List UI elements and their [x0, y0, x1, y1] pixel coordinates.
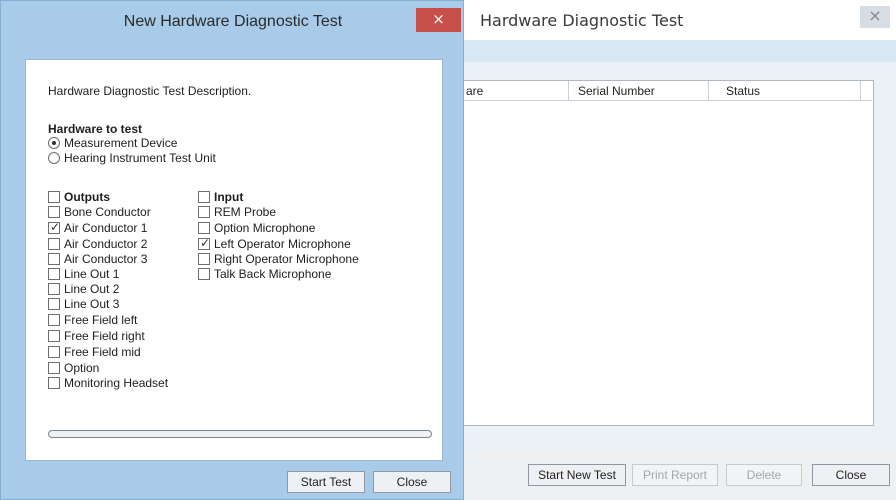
checkbox[interactable]	[48, 191, 60, 203]
checkbox[interactable]: ✓	[48, 220, 61, 234]
test-description: Hardware Diagnostic Test Description.	[48, 84, 252, 98]
radio-button[interactable]	[48, 152, 60, 164]
radio-selected-dot	[52, 141, 56, 145]
column-divider[interactable]	[568, 81, 569, 101]
checkbox-label: Line Out 2	[64, 282, 120, 296]
checkmark-icon: ✓	[50, 220, 61, 234]
window-footer: Start New Test Print Report Delete Close	[460, 450, 896, 500]
checkbox[interactable]	[198, 222, 210, 234]
window-title: Hardware Diagnostic Test	[480, 11, 684, 30]
dialog-content: Hardware Diagnostic Test Description. Ha…	[25, 59, 443, 461]
checkbox[interactable]	[48, 206, 60, 218]
checkbox[interactable]	[48, 298, 60, 310]
radio-button[interactable]	[48, 137, 60, 149]
window-close-button-footer[interactable]: Close	[812, 464, 890, 486]
column-header-serial-number[interactable]: Serial Number	[578, 84, 655, 98]
table-header: are Serial Number Status	[460, 81, 872, 101]
checkbox-label: Monitoring Headset	[64, 376, 169, 390]
checkbox[interactable]	[198, 253, 210, 265]
checkbox-label: Free Field left	[64, 313, 138, 327]
checkbox-label: Air Conductor 2	[64, 237, 148, 251]
checkbox[interactable]	[198, 191, 210, 203]
print-report-button[interactable]: Print Report	[632, 464, 718, 486]
checkbox-label: Input	[214, 190, 244, 204]
checkbox[interactable]	[48, 362, 60, 374]
radio-label: Measurement Device	[64, 136, 178, 150]
checkbox-label: Talk Back Microphone	[214, 267, 332, 281]
window-titlebar: Hardware Diagnostic Test ×	[460, 0, 896, 40]
checkbox[interactable]	[48, 268, 60, 280]
column-header-status[interactable]: Status	[726, 84, 760, 98]
checkmark-icon: ✓	[200, 236, 211, 250]
checkbox-label: Free Field right	[64, 329, 145, 343]
checkbox-label: Option Microphone	[214, 221, 316, 235]
checkbox[interactable]	[48, 346, 60, 358]
close-icon: ×	[868, 6, 882, 25]
checkbox-label: Line Out 3	[64, 297, 120, 311]
dialog-title: New Hardware Diagnostic Test	[123, 13, 343, 30]
checkbox[interactable]	[48, 377, 60, 389]
checkbox-label: Air Conductor 1	[64, 221, 148, 235]
checkbox[interactable]	[48, 253, 60, 265]
window-close-button[interactable]: ×	[860, 6, 890, 28]
checkbox[interactable]	[48, 283, 60, 295]
results-table[interactable]: are Serial Number Status	[460, 80, 874, 426]
column-header-hardware[interactable]: are	[466, 84, 483, 98]
checkbox-label: Right Operator Microphone	[214, 252, 359, 266]
checkbox[interactable]	[198, 268, 210, 280]
radio-label: Hearing Instrument Test Unit	[64, 151, 216, 165]
titlebar-band	[460, 40, 896, 62]
checkbox-label: Option	[64, 361, 100, 375]
start-test-button[interactable]: Start Test	[287, 471, 365, 493]
checkbox-label: REM Probe	[214, 205, 277, 219]
checkbox[interactable]	[48, 314, 60, 326]
hardware-diagnostic-test-window: Hardware Diagnostic Test × are Serial Nu…	[460, 0, 896, 500]
hardware-to-test-label: Hardware to test	[48, 122, 143, 136]
delete-button[interactable]: Delete	[726, 464, 802, 486]
test-progress-bar	[48, 430, 432, 438]
dialog-close-button[interactable]: ×	[416, 8, 461, 32]
checkbox-label: Line Out 1	[64, 267, 120, 281]
checkbox-label: Free Field mid	[64, 345, 141, 359]
close-icon: ×	[432, 10, 445, 28]
checkbox-label: Bone Conductor	[64, 205, 151, 219]
checkbox[interactable]	[198, 206, 210, 218]
column-divider[interactable]	[708, 81, 709, 101]
new-hardware-diagnostic-test-dialog: New Hardware Diagnostic Test × Hardware …	[0, 0, 464, 500]
checkbox-label: Outputs	[64, 190, 110, 204]
checkbox[interactable]	[48, 330, 60, 342]
column-divider[interactable]	[860, 81, 861, 101]
checkbox[interactable]: ✓	[198, 236, 211, 250]
checkbox-label: Left Operator Microphone	[214, 237, 351, 251]
checkbox-label: Air Conductor 3	[64, 252, 148, 266]
checkbox[interactable]	[48, 238, 60, 250]
dialog-close-button-footer[interactable]: Close	[373, 471, 451, 493]
start-new-test-button[interactable]: Start New Test	[528, 464, 626, 486]
